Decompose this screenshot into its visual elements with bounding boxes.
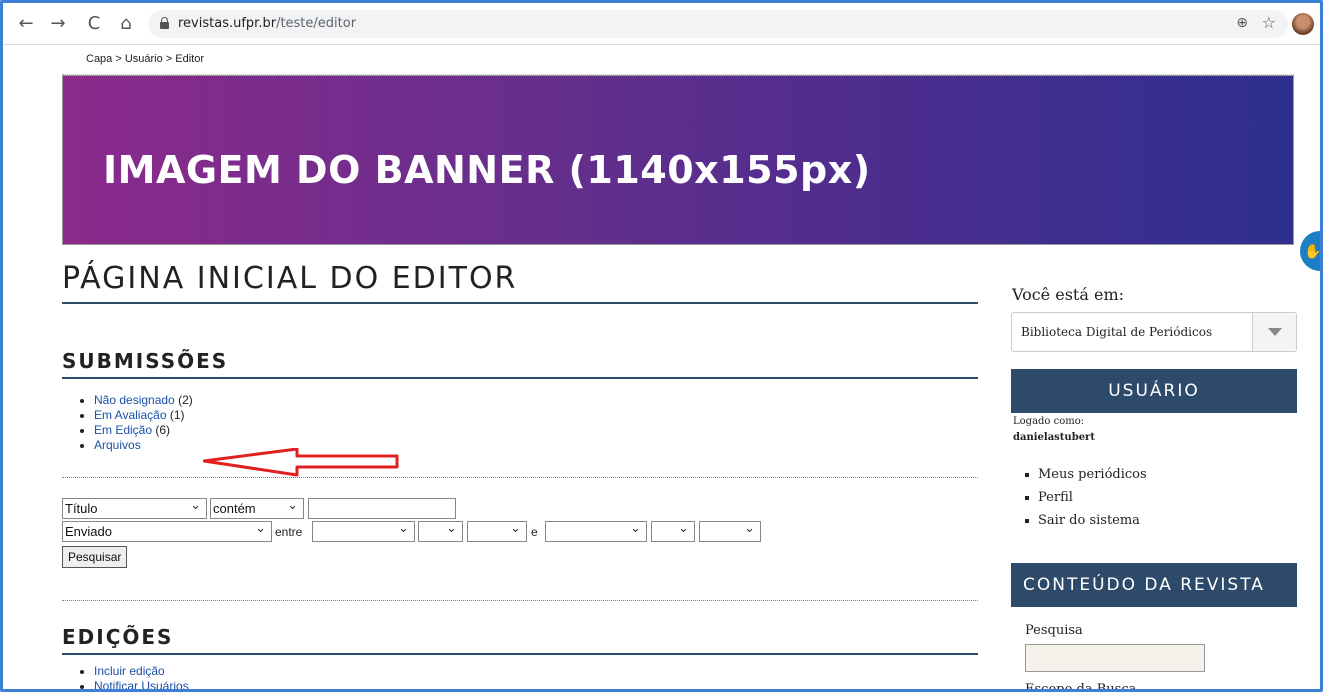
match-select[interactable]: contém [210, 496, 304, 519]
search-scope-label: Escopo da Busca [1025, 682, 1137, 692]
to-month-select[interactable] [545, 519, 647, 542]
date-field-select[interactable]: Enviado [62, 519, 272, 542]
divider [62, 600, 978, 601]
main-column: PÁGINA INICIAL DO EDITOR SUBMISSÕES Não … [62, 245, 980, 689]
field-select[interactable]: Título [62, 496, 207, 519]
list-item: Incluir edição [76, 664, 189, 679]
submissions-heading: SUBMISSÕES [62, 349, 978, 379]
screenshot-frame: ← → C ⌂ revistas.ufpr.br/teste/editor ⊕ … [0, 0, 1323, 692]
editions-list: Incluir edição Notificar Usuários [76, 664, 189, 689]
search-label: Pesquisa [1025, 623, 1083, 638]
list-item: Não designado (2) [76, 393, 193, 408]
accessibility-hand-icon[interactable]: ✋ [1300, 231, 1320, 271]
list-item: Meus periódicos [1023, 463, 1147, 486]
home-icon[interactable]: ⌂ [115, 13, 137, 35]
list-item: Perfil [1023, 486, 1147, 509]
url-path: /teste/editor [276, 16, 357, 31]
link-my-journals[interactable]: Meus periódicos [1038, 467, 1147, 482]
journal-select[interactable]: Biblioteca Digital de Periódicos [1011, 312, 1297, 352]
list-item: Em Edição (6) [76, 423, 193, 438]
link-logout[interactable]: Sair do sistema [1038, 513, 1140, 528]
zoom-icon[interactable]: ⊕ [1236, 15, 1248, 31]
lock-icon[interactable] [160, 17, 169, 29]
browser-toolbar: ← → C ⌂ revistas.ufpr.br/teste/editor ⊕ … [3, 3, 1320, 45]
sidebar-search-input[interactable] [1025, 644, 1205, 672]
link-unassigned[interactable]: Não designado [94, 393, 175, 407]
location-label: Você está em: [1012, 285, 1124, 304]
list-item: Notificar Usuários [76, 679, 189, 689]
page-content: Capa > Usuário > Editor IMAGEM DO BANNER… [3, 45, 1320, 692]
breadcrumb-bar: Capa > Usuário > Editor [62, 45, 1294, 75]
banner-text: IMAGEM DO BANNER (1140x155px) [103, 148, 871, 192]
count: (1) [169, 408, 185, 422]
from-year-select[interactable] [467, 519, 527, 542]
list-item: Sair do sistema [1023, 509, 1147, 532]
submissions-list: Não designado (2) Em Avaliação (1) Em Ed… [76, 393, 193, 453]
link-in-review[interactable]: Em Avaliação [94, 408, 167, 422]
user-block-title: USUÁRIO [1011, 369, 1297, 413]
breadcrumb[interactable]: Capa > Usuário > Editor [86, 53, 204, 65]
profile-avatar[interactable] [1292, 13, 1314, 35]
and-label: e [531, 525, 538, 539]
logged-as-label: Logado como: [1013, 416, 1085, 427]
forward-arrow-icon[interactable]: → [47, 13, 69, 35]
to-year-select[interactable] [699, 519, 761, 542]
page-title: PÁGINA INICIAL DO EDITOR [62, 261, 978, 304]
right-sidebar: Você está em: Biblioteca Digital de Peri… [1008, 245, 1297, 692]
address-url[interactable]: revistas.ufpr.br/teste/editor [178, 16, 356, 31]
search-button[interactable]: Pesquisar [62, 546, 128, 568]
content-block-title: CONTEÚDO DA REVISTA [1011, 563, 1297, 607]
link-create-issue[interactable]: Incluir edição [94, 664, 165, 678]
from-day-select[interactable] [418, 519, 463, 542]
reload-icon[interactable]: C [83, 13, 105, 35]
list-item: Arquivos [76, 438, 193, 453]
bookmark-star-icon[interactable]: ☆ [1262, 13, 1276, 32]
username: danielastubert [1013, 432, 1095, 443]
chevron-down-icon[interactable] [1252, 313, 1296, 351]
count: (6) [155, 423, 171, 437]
count: (2) [178, 393, 193, 407]
divider [62, 477, 978, 478]
link-notify-users[interactable]: Notificar Usuários [94, 679, 189, 689]
back-arrow-icon[interactable]: ← [15, 13, 37, 35]
to-day-select[interactable] [651, 519, 695, 542]
user-links: Meus periódicos Perfil Sair do sistema [1023, 463, 1147, 532]
site-banner: IMAGEM DO BANNER (1140x155px) [62, 75, 1294, 245]
link-in-editing[interactable]: Em Edição [94, 423, 152, 437]
between-label: entre [275, 525, 303, 539]
annotation-arrow-icon [203, 448, 399, 477]
editions-heading: EDIÇÕES [62, 625, 978, 655]
from-month-select[interactable] [312, 519, 415, 542]
url-host: revistas.ufpr.br [178, 16, 277, 31]
search-query-input[interactable] [308, 498, 456, 519]
link-archives[interactable]: Arquivos [94, 438, 141, 452]
journal-select-value: Biblioteca Digital de Periódicos [1021, 325, 1213, 339]
link-profile[interactable]: Perfil [1038, 490, 1073, 505]
list-item: Em Avaliação (1) [76, 408, 193, 423]
address-bar[interactable]: revistas.ufpr.br/teste/editor ⊕ ☆ [148, 10, 1288, 38]
